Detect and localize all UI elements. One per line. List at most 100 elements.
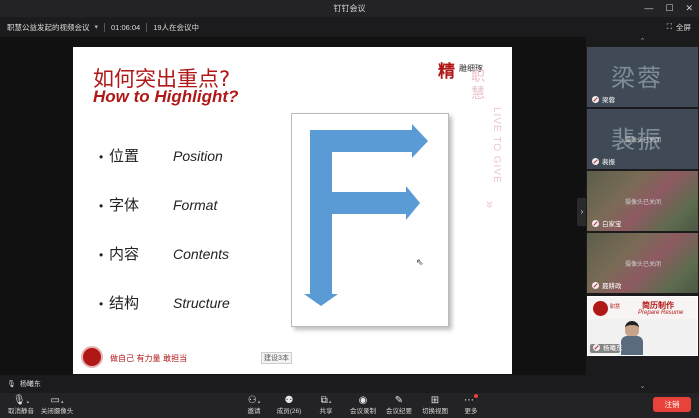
slide-bullet: • 结构 Structure xyxy=(99,292,230,313)
bullet-en: Format xyxy=(173,197,218,213)
f-arrow-graphic xyxy=(304,124,428,306)
fullscreen-label: 全屏 xyxy=(676,22,691,32)
window-controls: — ☐ ✕ xyxy=(644,0,693,17)
participant-name: 聂耕政 xyxy=(602,283,622,290)
minutes-button[interactable]: ✎ 会议纪要 xyxy=(379,394,419,418)
participant-name: 裴振 xyxy=(602,159,615,166)
pen-icon: ✎ xyxy=(394,395,404,406)
grid-view-icon: ⊞ xyxy=(430,395,440,406)
bullet-en: Structure xyxy=(173,295,230,311)
f-mid-arrowhead xyxy=(406,186,420,220)
close-icon[interactable]: ✕ xyxy=(685,0,693,17)
record-icon: ◉ xyxy=(358,395,368,406)
bullet-dot: • xyxy=(99,297,104,311)
participants-status: 19人在会议中 xyxy=(153,22,200,32)
watermark-en: LIVE TO GIVE xyxy=(491,107,502,184)
shared-screen-stage: 如何突出重点? How to Highlight? • 位置 Position … xyxy=(0,37,586,375)
participant-name-tag: 聂耕政 xyxy=(592,280,622,290)
record-button[interactable]: ◉ 会议录制 xyxy=(343,394,383,418)
title-bar: 钉钉会议 — ☐ ✕ xyxy=(0,0,699,17)
share-button[interactable]: ⧉▴ 共享 xyxy=(306,394,346,418)
f-stem xyxy=(310,130,332,296)
mouse-cursor-icon: ⇖ xyxy=(416,257,424,267)
presentation-slide: 如何突出重点? How to Highlight? • 位置 Position … xyxy=(73,47,512,374)
microphone-icon: 🎙 xyxy=(7,381,16,388)
divider xyxy=(146,22,148,32)
participant-initials: 梁蓉 xyxy=(611,64,663,92)
brand-character: 精 xyxy=(438,62,455,82)
more-icon: ⋯ xyxy=(451,394,491,407)
mic-muted-icon xyxy=(592,157,599,165)
slide-title-en: How to Highlight? xyxy=(93,87,239,106)
fullscreen-icon: ⛶ xyxy=(666,22,672,31)
video-banner-subtitle: Prepare Resume xyxy=(638,310,684,316)
members-icon: ⚉ xyxy=(284,395,294,406)
notification-dot xyxy=(474,394,478,398)
meeting-name[interactable]: 职慧公益发起的视频会议 xyxy=(7,22,90,33)
meeting-duration: 01:06:04 xyxy=(111,22,141,32)
window-title: 钉钉会议 xyxy=(333,4,366,13)
bullet-dot: • xyxy=(99,199,104,213)
organization-logo xyxy=(593,301,608,316)
dingtalk-meeting-window: 钉钉会议 — ☐ ✕ 职慧公益发起的视频会议 ▾ 01:06:04 19人在会议… xyxy=(0,0,699,418)
participant-name: 白家宝 xyxy=(602,221,622,228)
current-speaker-bar: 🎙 杨曦东 xyxy=(0,375,586,393)
unmute-button[interactable]: 🎙▴ 取消静音 xyxy=(1,394,41,418)
participant-name: 杨曦东 xyxy=(603,345,623,352)
slide-footer-slogan: 做自己 有力量 敢担当 xyxy=(110,354,188,363)
participant-panel: ⌃ 梁蓉 梁蓉 裴振 摄像头已关闭 裴振 摄像头已关闭 白家宝 摄像头已关闭 聂… xyxy=(586,37,699,393)
speaker-body xyxy=(621,336,643,355)
switch-view-button[interactable]: ⊞ 切换视图 xyxy=(415,394,455,418)
slide-bullet: • 字体 Format xyxy=(99,194,217,215)
minimize-icon[interactable]: — xyxy=(644,0,653,17)
camera-off-status: 摄像头已关闭 xyxy=(625,262,662,268)
mic-muted-icon xyxy=(592,95,599,103)
members-button[interactable]: ⚉ 成员(26) xyxy=(269,394,309,418)
slide-footer-mark: 建设3本 xyxy=(261,352,292,364)
speaker-video xyxy=(621,321,643,355)
watermark-arrow-icon: » xyxy=(483,200,499,209)
fullscreen-button[interactable]: ⛶ 全屏 xyxy=(667,17,691,37)
participant-tile[interactable]: 裴振 摄像头已关闭 裴振 xyxy=(587,109,698,169)
mic-muted-icon xyxy=(592,219,599,227)
meeting-toolbar: 🎙▴ 取消静音 ▭▴ 关闭摄像头 ⚇▴ 邀请 ⚉ 成员(26) ⧉▴ 共享 ◉ … xyxy=(0,393,699,418)
scroll-down-icon[interactable]: ⌄ xyxy=(586,382,699,391)
bullet-cn: 位置 xyxy=(109,147,140,165)
more-button[interactable]: ⋯ 更多 xyxy=(451,394,491,418)
participant-tile[interactable]: 摄像头已关闭 白家宝 xyxy=(587,171,698,231)
participant-tile[interactable]: 摄像头已关闭 聂耕政 xyxy=(587,233,698,293)
f-bottom-arrowhead xyxy=(304,294,338,306)
meeting-info-bar: 职慧公益发起的视频会议 ▾ 01:06:04 19人在会议中 xyxy=(0,17,699,37)
camera-off-status: 摄像头已关闭 xyxy=(625,138,662,144)
share-screen-icon: ⧉▴ xyxy=(320,395,332,406)
bullet-cn: 内容 xyxy=(109,245,140,263)
participant-name-tag: 梁蓉 xyxy=(592,94,615,104)
bullet-cn: 结构 xyxy=(109,294,140,312)
participant-name-tag: 裴振 xyxy=(592,156,615,166)
slide-bullet: • 位置 Position xyxy=(99,145,223,166)
bullet-en: Position xyxy=(173,148,223,164)
organization-logo xyxy=(81,346,103,368)
add-user-icon: ⚇▴ xyxy=(247,395,261,406)
camera-button[interactable]: ▭▴ 关闭摄像头 xyxy=(37,394,77,418)
microphone-muted-icon: 🎙▴ xyxy=(12,395,30,406)
mic-muted-icon xyxy=(592,281,599,289)
mic-muted-icon xyxy=(593,343,600,351)
chevron-down-icon[interactable]: ▾ xyxy=(95,23,99,31)
slide-bullet: • 内容 Contents xyxy=(99,243,229,264)
speaker-head xyxy=(625,321,639,337)
participant-tile[interactable]: 梁蓉 梁蓉 xyxy=(587,47,698,107)
maximize-icon[interactable]: ☐ xyxy=(665,0,673,17)
camera-icon: ▭▴ xyxy=(50,395,64,406)
invite-button[interactable]: ⚇▴ 邀请 xyxy=(234,394,274,418)
video-banner-logo-text: 职慧 xyxy=(610,304,621,310)
divider xyxy=(104,22,106,32)
f-top-arrowhead xyxy=(412,124,428,158)
bullet-en: Contents xyxy=(173,246,230,262)
end-meeting-button[interactable]: 注销 xyxy=(653,397,691,412)
participant-name-tag: 杨曦东 xyxy=(593,342,623,352)
participant-tile-active-speaker[interactable]: 职慧 简历制作 Prepare Resume 杨曦东 xyxy=(587,296,698,356)
bullet-dot: • xyxy=(99,248,104,262)
participant-name-tag: 白家宝 xyxy=(592,218,622,228)
scroll-up-icon[interactable]: ⌃ xyxy=(586,37,699,46)
